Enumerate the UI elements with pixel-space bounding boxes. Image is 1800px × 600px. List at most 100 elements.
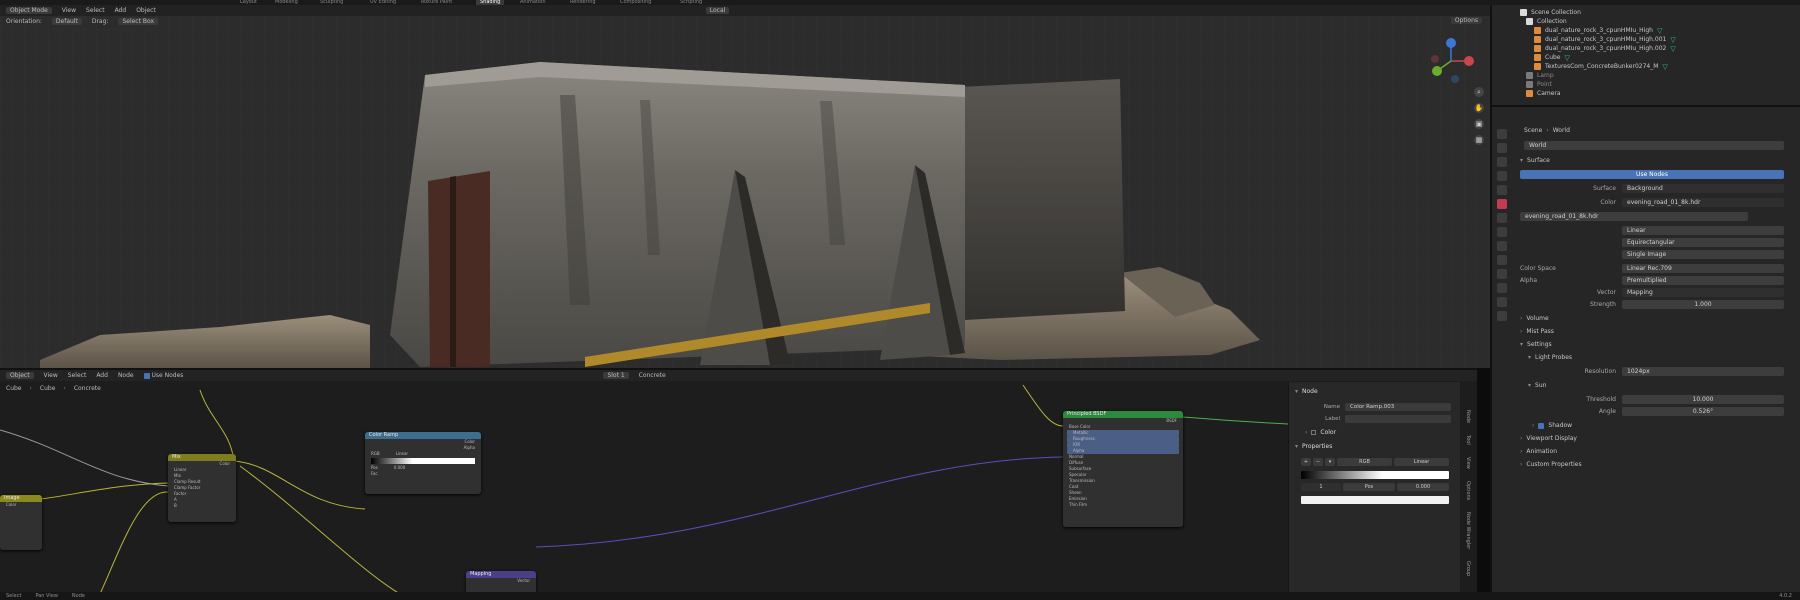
ramp-menu-icon[interactable]: ▾ (1325, 458, 1335, 466)
outliner-row[interactable]: dual_nature_rock_3_cpunHMIu_High.002 ▽ (1492, 44, 1800, 53)
sun-section[interactable]: ▾ Sun (1514, 380, 1798, 391)
output-tab-icon[interactable] (1497, 157, 1507, 167)
menu-select[interactable]: Select (86, 7, 105, 14)
vtab-node-wrangler[interactable]: Node Wrangler (1465, 512, 1471, 549)
shadow-section[interactable]: › Shadow (1514, 420, 1798, 431)
properties-tabs (1494, 129, 1510, 321)
stop-index-field[interactable]: 1 (1301, 483, 1341, 491)
projection-row: Equirectangular (1514, 237, 1798, 248)
outliner-row[interactable]: dual_nature_rock_3_cpunHMIu_High ▽ (1492, 26, 1800, 35)
node-panel-header[interactable]: ▾ Node (1295, 388, 1318, 395)
pan-hand-icon[interactable]: ✋ (1474, 103, 1484, 113)
texture-tab-icon[interactable] (1497, 311, 1507, 321)
color-space-dropdown[interactable]: Linear Rec.709 (1622, 264, 1784, 273)
vtab-options[interactable]: Options (1465, 481, 1471, 500)
vtab-tool[interactable]: Tool (1465, 435, 1471, 445)
projection-dropdown[interactable]: Equirectangular (1622, 238, 1784, 247)
scene-breadcrumb[interactable]: Scene (1524, 127, 1542, 134)
vtab-group[interactable]: Group (1465, 561, 1471, 576)
node-color-header[interactable]: › Color (1305, 429, 1336, 436)
zoom-icon[interactable]: ⌕ (1474, 87, 1484, 97)
resolution-dropdown[interactable]: 1024px (1622, 367, 1784, 376)
outliner-row[interactable]: Camera (1492, 89, 1800, 98)
outliner-row[interactable]: Lamp (1492, 71, 1800, 80)
pos-field[interactable]: 0.000 (1397, 483, 1449, 491)
particles-tab-icon[interactable] (1497, 241, 1507, 251)
image-texture-node[interactable]: Image Color (0, 495, 42, 550)
world-tab-icon[interactable] (1497, 199, 1507, 209)
menu-object[interactable]: Object (136, 7, 156, 14)
source-dropdown[interactable]: Single Image (1622, 250, 1784, 259)
constraints-tab-icon[interactable] (1497, 269, 1507, 279)
mapping-node[interactable]: Mapping Vector (466, 571, 536, 592)
node-properties-header[interactable]: ▾ Properties (1295, 443, 1332, 450)
ramp-interp-dropdown[interactable]: Linear (1394, 458, 1449, 466)
view-layer-tab-icon[interactable] (1497, 171, 1507, 181)
viewport-display-section[interactable]: › Viewport Display (1514, 433, 1798, 444)
mist-pass-section[interactable]: › Mist Pass (1514, 326, 1798, 337)
shader-node-editor[interactable]: Object View Select Add Node Use Nodes Sl… (0, 368, 1477, 592)
tool-tab-icon[interactable] (1497, 129, 1507, 139)
add-stop-icon[interactable]: + (1301, 458, 1311, 466)
menu-view[interactable]: View (62, 7, 76, 14)
remove-stop-icon[interactable]: − (1313, 458, 1323, 466)
volume-section[interactable]: › Volume (1514, 313, 1798, 324)
strength-field[interactable]: 1.000 (1622, 300, 1784, 309)
color-ramp-node[interactable]: Color Ramp Color Alpha RGB Linear Pos 0.… (365, 432, 481, 494)
threshold-field[interactable]: 10.000 (1622, 395, 1784, 404)
color-ramp-bar[interactable] (1301, 471, 1449, 479)
material-tab-icon[interactable] (1497, 297, 1507, 307)
angle-field[interactable]: 0.526° (1622, 407, 1784, 416)
color-checkbox[interactable] (1311, 430, 1317, 435)
camera-view-icon[interactable]: ▣ (1474, 119, 1484, 129)
node-name-field[interactable]: Color Ramp.003 (1345, 402, 1451, 411)
options-dropdown[interactable]: Options (1450, 17, 1482, 24)
outliner-row[interactable]: Point (1492, 80, 1800, 89)
drag-dropdown[interactable]: Select Box (118, 18, 159, 25)
light-probes-section[interactable]: ▾ Light Probes (1514, 352, 1798, 363)
world-name-field[interactable]: World (1524, 141, 1784, 150)
image-datablock-field[interactable]: evening_road_01_8k.hdr (1520, 212, 1748, 221)
threshold-row: Threshold 10.000 (1514, 394, 1798, 405)
ramp-preview[interactable] (371, 458, 475, 464)
surface-section[interactable]: ▾ Surface (1514, 155, 1798, 166)
animation-section[interactable]: › Animation (1514, 446, 1798, 457)
outliner-row[interactable]: dual_nature_rock_3_cpunHMIu_High.001 ▽ (1492, 35, 1800, 44)
data-tab-icon[interactable] (1497, 283, 1507, 293)
vtab-view[interactable]: View (1465, 457, 1471, 469)
mix-node[interactable]: Mix Color Linear Mix Clamp Result Clamp … (168, 454, 236, 522)
node-sidebar: ▾ Node Name Color Ramp.003 Label › Color … (1288, 382, 1460, 592)
use-nodes-button[interactable]: Use Nodes (1520, 170, 1784, 179)
surface-shader-field[interactable]: Background (1622, 184, 1784, 193)
vtab-node[interactable]: Node (1465, 410, 1471, 423)
render-tab-icon[interactable] (1497, 143, 1507, 153)
principled-bsdf-node[interactable]: Principled BSDF BSDF Base Color Metallic… (1063, 411, 1183, 527)
transform-orientation-dropdown[interactable]: Local (705, 7, 730, 14)
use-nodes-row: Use Nodes (1514, 169, 1798, 180)
modifier-tab-icon[interactable] (1497, 227, 1507, 237)
orientation-dropdown[interactable]: Default (51, 18, 82, 25)
shadow-checkbox[interactable] (1538, 422, 1545, 429)
object-mode-dropdown[interactable]: Object Mode (6, 7, 52, 14)
alpha-dropdown[interactable]: Premultiplied (1622, 276, 1784, 285)
custom-properties-section[interactable]: › Custom Properties (1514, 459, 1798, 470)
navigation-gizmo-icon[interactable] (1425, 35, 1477, 87)
stop-color-swatch[interactable] (1301, 496, 1449, 504)
interpolation-dropdown[interactable]: Linear (1622, 226, 1784, 235)
settings-section[interactable]: ▾ Settings (1514, 339, 1798, 350)
scene-tab-icon[interactable] (1497, 185, 1507, 195)
menu-add[interactable]: Add (115, 7, 127, 14)
outliner-row[interactable]: Cube ▽ (1492, 53, 1800, 62)
outliner-row[interactable]: Collection (1492, 17, 1800, 26)
3d-viewport[interactable]: Object Mode View Select Add Object Local… (0, 5, 1490, 368)
node-label-field[interactable] (1345, 414, 1451, 423)
color-input-field[interactable]: evening_road_01_8k.hdr (1622, 198, 1784, 207)
ortho-grid-icon[interactable]: ▦ (1474, 135, 1484, 145)
vector-input-field[interactable]: Mapping (1622, 288, 1784, 297)
outliner-row[interactable]: TexturesCom_ConcreteBunker0274_M ▽ (1492, 62, 1800, 71)
outliner-row[interactable]: Scene Collection (1492, 8, 1800, 17)
color-mode-dropdown[interactable]: RGB (1337, 458, 1392, 466)
object-tab-icon[interactable] (1497, 213, 1507, 223)
physics-tab-icon[interactable] (1497, 255, 1507, 265)
world-breadcrumb[interactable]: World (1553, 127, 1570, 134)
